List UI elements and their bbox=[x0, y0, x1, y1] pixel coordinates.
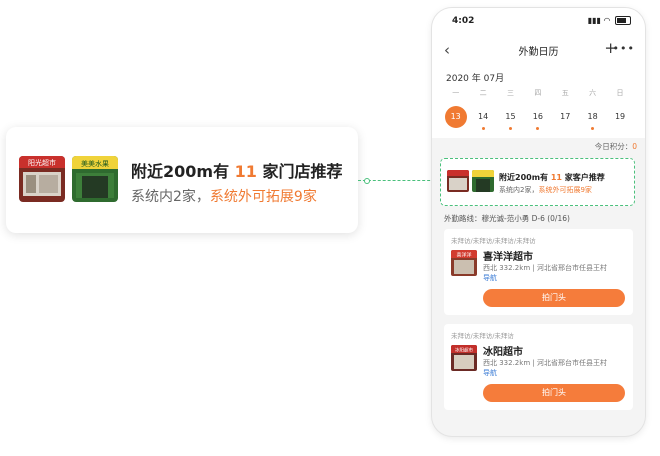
customer-card[interactable]: 未拜访/未拜访/未拜访 冰阳超市 冰阳超市 西北 332.2km | 河北省邢台… bbox=[444, 324, 633, 410]
calendar-day[interactable]: 14 bbox=[469, 108, 496, 132]
battery-icon bbox=[615, 16, 631, 25]
svg-text:冰阳超市: 冰阳超市 bbox=[455, 347, 473, 354]
visit-dot-icon bbox=[591, 127, 595, 130]
calendar-day-number: 19 bbox=[614, 112, 626, 121]
recommendation-callout: 阳光超市 美美水果 附近200m有 11 家门店推荐 系统内2家，系统外可拓展9… bbox=[6, 127, 358, 233]
store-photo bbox=[472, 170, 494, 192]
status-icons: ▮▮▮ ◠ bbox=[588, 16, 631, 25]
store-sign: 阳光超市 bbox=[28, 158, 56, 167]
visit-dot-icon bbox=[481, 127, 485, 130]
weekday-label: 三 bbox=[506, 89, 514, 97]
visit-dot-icon bbox=[508, 127, 512, 130]
calendar-day-number: 14 bbox=[477, 112, 489, 121]
visit-status: 未拜访/未拜访/未拜访 bbox=[451, 332, 514, 340]
store-photo: 美美水果 bbox=[72, 156, 118, 202]
wifi-icon: ◠ bbox=[603, 16, 611, 25]
visit-dot-icon bbox=[536, 127, 540, 130]
customer-card[interactable]: 未拜访/未拜访/未拜访/未拜访 喜洋洋 喜洋洋超市 西北 332.2km | 河… bbox=[444, 229, 633, 315]
store-photo: 喜洋洋 bbox=[451, 250, 477, 276]
customer-address: 西北 332.2km | 河北省邢台市任县王村 bbox=[483, 264, 607, 272]
customer-address: 西北 332.2km | 河北省邢台市任县王村 bbox=[483, 359, 607, 367]
callout-title: 附近200m有 11 家门店推荐 bbox=[131, 162, 343, 181]
calendar-day-number: 15 bbox=[505, 112, 516, 121]
calendar-day-number: 18 bbox=[587, 112, 598, 121]
date-row: 13 14 15 16 17 18 19 bbox=[442, 106, 634, 132]
weekday-row: 一二三四五六日 bbox=[442, 88, 634, 98]
today-score: 今日积分：0 bbox=[594, 142, 637, 151]
callout-subtitle: 系统内2家，系统外可拓展9家 bbox=[131, 189, 317, 205]
photo-storefront-button[interactable]: 拍门头 bbox=[483, 289, 625, 307]
calendar-day[interactable]: 19 bbox=[606, 108, 633, 132]
visit-status: 未拜访/未拜访/未拜访/未拜访 bbox=[451, 237, 536, 245]
svg-text:喜洋洋: 喜洋洋 bbox=[456, 252, 471, 259]
calendar-day[interactable]: 18 bbox=[579, 108, 606, 132]
nearby-recommendation-card[interactable]: 附近200m有 11 家客户推荐 系统内2家，系统外可拓展9家 bbox=[440, 158, 635, 206]
signal-icon: ▮▮▮ bbox=[587, 16, 601, 25]
weekday-label: 四 bbox=[534, 89, 542, 97]
status-bar: 4:02 ▮▮▮ ◠ bbox=[432, 8, 645, 34]
connector-line bbox=[358, 180, 440, 181]
calendar-day[interactable]: 17 bbox=[552, 108, 579, 132]
calendar-day[interactable]: 16 bbox=[524, 108, 551, 132]
weekday-label: 一 bbox=[452, 89, 460, 97]
weekday-label: 日 bbox=[616, 89, 624, 97]
photo-storefront-button[interactable]: 拍门头 bbox=[483, 384, 625, 402]
phone-frame: 4:02 ▮▮▮ ◠ ‹ 外勤日历 + ••• 2020 年 07月 一 二 三 四 五… bbox=[432, 8, 645, 436]
customer-name: 喜洋洋超市 bbox=[483, 252, 533, 263]
nav-bar: ‹ 外勤日历 + ••• bbox=[432, 34, 645, 66]
weekday-label: 六 bbox=[589, 89, 597, 97]
store-photo bbox=[447, 170, 469, 192]
calendar-day[interactable]: 13 bbox=[442, 106, 469, 132]
weekday-label: 五 bbox=[561, 89, 569, 97]
calendar: 2020 年 07月 一 二 三 四 五 六 日 13 14 15 16 17 18 19 bbox=[432, 66, 645, 138]
store-photo: 阳光超市 bbox=[19, 156, 65, 202]
route-label: 外勤路线：穆光诚-范小勇 D-6 (0/16) bbox=[444, 214, 570, 223]
recommendation-subtitle: 系统内2家，系统外可拓展9家 bbox=[499, 186, 592, 194]
calendar-day-number: 13 bbox=[444, 106, 467, 128]
navigate-link[interactable]: 导航 bbox=[483, 368, 497, 378]
store-sign: 美美水果 bbox=[81, 159, 109, 168]
store-photo: 冰阳超市 bbox=[451, 345, 477, 371]
calendar-day-number: 16 bbox=[532, 112, 543, 121]
calendar-month: 2020 年 07月 bbox=[446, 74, 505, 84]
navigate-link[interactable]: 导航 bbox=[483, 273, 497, 283]
calendar-day-number: 17 bbox=[560, 112, 571, 121]
customer-name: 冰阳超市 bbox=[483, 347, 523, 358]
connector-dot bbox=[364, 178, 370, 184]
calendar-day[interactable]: 15 bbox=[497, 108, 524, 132]
more-icon[interactable]: ••• bbox=[613, 42, 635, 55]
recommendation-title: 附近200m有 11 家客户推荐 bbox=[499, 173, 605, 182]
weekday-label: 二 bbox=[479, 89, 487, 97]
status-time: 4:02 bbox=[452, 16, 475, 26]
